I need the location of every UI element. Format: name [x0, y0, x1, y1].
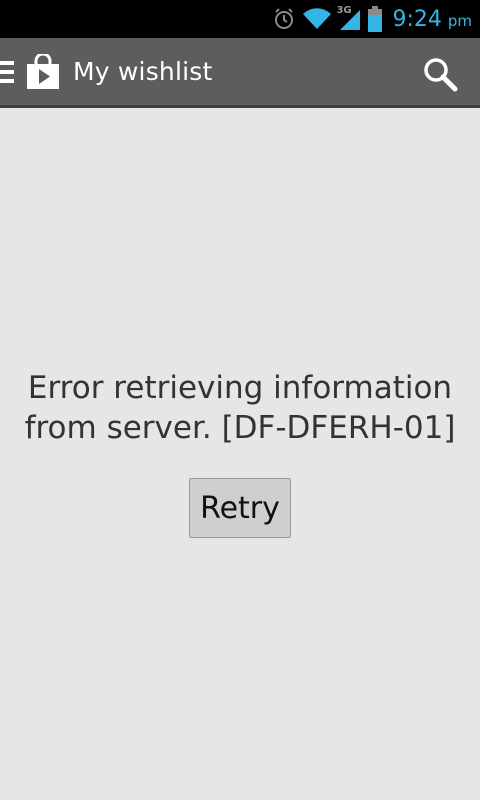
retry-button[interactable]: Retry [189, 478, 291, 538]
error-line-1: Error retrieving information [27, 370, 453, 406]
page-title: My wishlist [73, 57, 213, 86]
menu-icon[interactable] [0, 60, 14, 83]
alarm-icon [275, 8, 294, 29]
wifi-icon [303, 8, 332, 30]
status-bar: 3G 9:24 pm [0, 0, 480, 38]
screen: 3G 9:24 pm My wishlist Error retrieving … [0, 0, 480, 800]
error-line-2: from server. [DF-DFERH-01] [24, 410, 456, 446]
action-bar: My wishlist [0, 38, 480, 108]
search-icon[interactable] [422, 56, 458, 92]
clock-time: 9:24 [392, 6, 442, 32]
error-message: Error retrieving information from server… [0, 368, 480, 448]
clock-ampm: pm [447, 11, 472, 30]
battery-icon [368, 6, 383, 32]
signal-indicator: 3G [336, 5, 362, 31]
status-icons: 3G 9:24 pm [266, 0, 472, 38]
network-type-label: 3G [336, 5, 352, 16]
clock: 9:24 pm [392, 7, 472, 32]
play-store-bag-icon[interactable] [26, 53, 60, 90]
